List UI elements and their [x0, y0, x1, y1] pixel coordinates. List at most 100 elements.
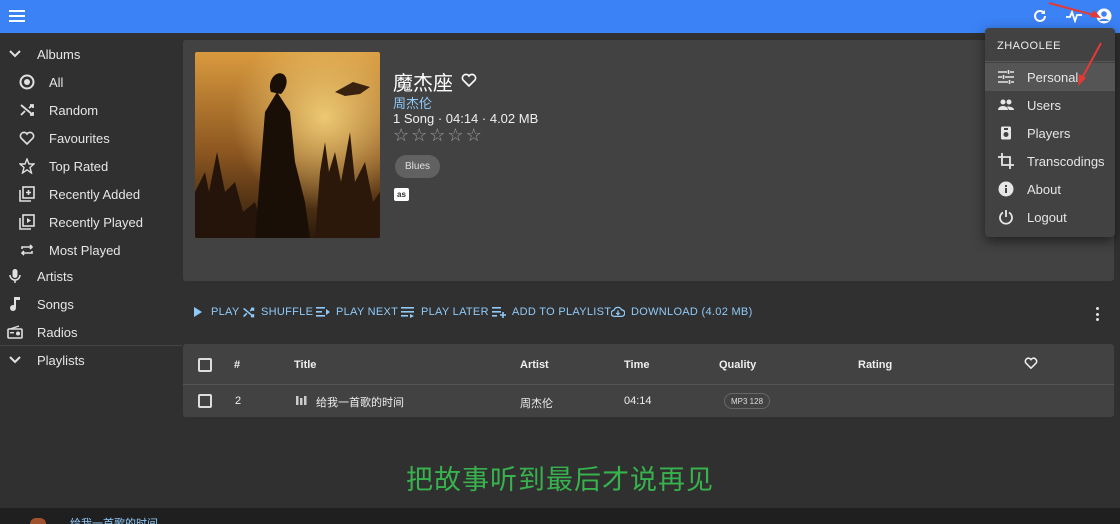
power-icon: [998, 209, 1014, 225]
playlist-add-icon: [492, 305, 506, 319]
download-button-label: DOWNLOAD (4.02 MB): [631, 306, 753, 318]
play-next-button[interactable]: PLAY NEXT: [316, 305, 398, 319]
music-note-icon: [6, 295, 24, 313]
sidebar-item-label: Albums: [37, 46, 81, 62]
menu-item-label: Transcodings: [1027, 153, 1105, 169]
sidebar-item-label: Recently Added: [49, 186, 141, 202]
menu-icon[interactable]: [8, 7, 26, 25]
more-vert-icon[interactable]: [1091, 306, 1103, 322]
queue-play-next-icon: [316, 305, 330, 319]
sidebar-item-albums[interactable]: Albums: [0, 40, 182, 68]
radio-icon: [6, 323, 24, 341]
songs-table: # Title Artist Time Quality Rating 2 给我一…: [183, 344, 1114, 417]
account-icon[interactable]: [1095, 7, 1113, 25]
sidebar-item-all[interactable]: All: [0, 68, 182, 96]
table-cell-artist[interactable]: 周杰伦: [520, 395, 553, 411]
sidebar-item-songs[interactable]: Songs: [0, 290, 182, 318]
download-button[interactable]: DOWNLOAD (4.02 MB): [611, 305, 753, 319]
microphone-icon: [6, 267, 24, 285]
column-header-time[interactable]: Time: [624, 359, 649, 371]
heart-outline-icon: [18, 129, 36, 147]
menu-item-label: Users: [1027, 97, 1061, 113]
column-header-artist[interactable]: Artist: [520, 359, 549, 371]
menu-item-label: Personal: [1027, 69, 1079, 85]
sidebar-item-radios[interactable]: Radios: [0, 318, 182, 346]
now-playing-title[interactable]: 给我一首歌的时间: [70, 515, 158, 524]
sidebar-item-label: Radios: [37, 324, 78, 340]
refresh-icon[interactable]: [1031, 7, 1049, 25]
shuffle-button-label: SHUFFLE: [261, 306, 314, 318]
shuffle-button[interactable]: SHUFFLE: [241, 305, 313, 319]
album-cover[interactable]: [195, 52, 380, 238]
sidebar-item-recently-added[interactable]: Recently Added: [0, 180, 182, 208]
star-outline-icon[interactable]: ☆: [447, 126, 463, 144]
sidebar-item-favourites[interactable]: Favourites: [0, 124, 182, 152]
heart-outline-icon[interactable]: [461, 70, 477, 93]
genre-chip[interactable]: Blues: [395, 155, 441, 178]
sidebar-item-label: Most Played: [49, 242, 121, 258]
shuffle-icon: [241, 305, 255, 319]
play-later-button[interactable]: PLAY LATER: [401, 305, 489, 319]
play-button[interactable]: PLAY: [191, 305, 240, 319]
repeat-icon: [18, 241, 36, 259]
add-to-playlist-button-label: ADD TO PLAYLIST: [512, 306, 612, 318]
column-header-quality[interactable]: Quality: [719, 359, 756, 371]
cloud-download-icon: [611, 305, 625, 319]
player-bar: 给我一首歌的时间: [0, 508, 1120, 524]
star-outline-icon: [18, 157, 36, 175]
lastfm-icon[interactable]: as: [394, 188, 409, 201]
app-bar: [0, 0, 1120, 33]
row-checkbox[interactable]: [198, 394, 212, 408]
menu-username: ZHAOOLEE: [997, 40, 1061, 52]
sidebar-item-most-played[interactable]: Most Played: [0, 236, 182, 264]
library-add-icon: [18, 185, 36, 203]
speaker-icon: [998, 125, 1014, 141]
album-meta: 1 Song · 04:14 · 4.02 MB: [393, 111, 539, 126]
info-icon: [998, 181, 1014, 197]
people-icon: [998, 97, 1014, 113]
activity-icon[interactable]: [1065, 7, 1083, 25]
tune-icon: [998, 69, 1014, 85]
crop-icon: [998, 153, 1014, 169]
table-cell-title[interactable]: 给我一首歌的时间: [316, 394, 404, 410]
sidebar-item-playlists[interactable]: Playlists: [0, 346, 182, 374]
star-outline-icon[interactable]: ☆: [393, 126, 409, 144]
play-next-button-label: PLAY NEXT: [336, 306, 399, 318]
column-header-number: #: [234, 359, 241, 371]
menu-item-users[interactable]: Users: [985, 91, 1115, 119]
rating-stars[interactable]: ☆ ☆ ☆ ☆ ☆: [393, 126, 482, 144]
heart-outline-icon[interactable]: [1024, 357, 1038, 372]
star-outline-icon[interactable]: ☆: [429, 126, 445, 144]
column-header-rating[interactable]: Rating: [858, 359, 892, 371]
select-all-checkbox[interactable]: [198, 358, 212, 372]
menu-item-players[interactable]: Players: [985, 119, 1115, 147]
menu-item-about[interactable]: About: [985, 175, 1115, 203]
sidebar-item-label: Songs: [37, 296, 74, 312]
album-title-text: 魔杰座: [393, 73, 453, 95]
add-to-playlist-button[interactable]: ADD TO PLAYLIST: [492, 305, 611, 319]
table-cell-number: 2: [235, 395, 242, 407]
sidebar-item-label: Top Rated: [49, 158, 109, 174]
album-artist-link[interactable]: 周杰伦: [393, 93, 432, 112]
column-header-title[interactable]: Title: [294, 359, 316, 371]
menu-item-logout[interactable]: Logout: [985, 203, 1115, 231]
sidebar-item-artists[interactable]: Artists: [0, 262, 182, 290]
sidebar-item-label: Random: [49, 102, 99, 118]
player-cover-thumbnail[interactable]: [30, 518, 46, 524]
star-outline-icon[interactable]: ☆: [411, 126, 427, 144]
menu-item-personal[interactable]: Personal: [985, 63, 1115, 91]
menu-item-transcodings[interactable]: Transcodings: [985, 147, 1115, 175]
playlist-play-icon: [401, 305, 415, 319]
lyric-line: 把故事听到最后才说再见: [406, 465, 714, 495]
menu-item-label: Logout: [1027, 209, 1067, 225]
shuffle-icon: [18, 101, 36, 119]
sidebar-item-recently-played[interactable]: Recently Played: [0, 208, 182, 236]
menu-item-label: Players: [1027, 125, 1071, 141]
sidebar-item-label: Recently Played: [49, 214, 143, 230]
chevron-down-icon: [6, 351, 24, 369]
star-outline-icon[interactable]: ☆: [466, 126, 482, 144]
sidebar: Albums All Random Favourites Top Rated R…: [0, 33, 182, 508]
sidebar-item-random[interactable]: Random: [0, 96, 182, 124]
sidebar-item-top-rated[interactable]: Top Rated: [0, 152, 182, 180]
play-icon: [191, 305, 205, 319]
